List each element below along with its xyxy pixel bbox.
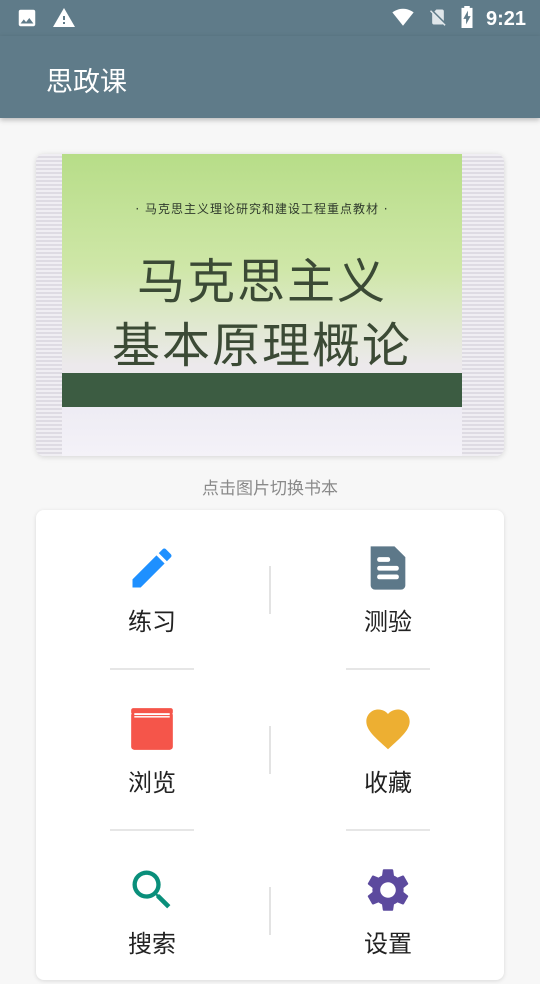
practice-button[interactable]: 练习: [52, 542, 252, 662]
favorites-label: 收藏: [364, 769, 412, 797]
divider: [269, 726, 271, 774]
menu-card: 练习 测验 浏览 收藏 搜索 设置: [36, 510, 504, 980]
quiz-button[interactable]: 测验: [288, 542, 488, 662]
cover-title-line1: 马克思主义: [136, 254, 387, 310]
status-bar: 9:21: [0, 0, 540, 36]
divider: [346, 668, 430, 670]
practice-label: 练习: [128, 608, 176, 636]
search-label: 搜索: [128, 930, 176, 958]
wifi-icon: [390, 6, 416, 32]
book-icon: [126, 703, 178, 755]
search-button[interactable]: 搜索: [52, 864, 252, 984]
settings-button[interactable]: 设置: [288, 864, 488, 984]
favorites-button[interactable]: 收藏: [288, 703, 488, 823]
battery-charging-icon: [460, 6, 474, 32]
page-title: 思政课: [46, 67, 127, 98]
book-cover-image[interactable]: · 马克思主义理论研究和建设工程重点教材 · 马克思主义 基本原理概论: [36, 154, 504, 456]
pencil-icon: [126, 542, 178, 594]
browse-label: 浏览: [128, 769, 176, 797]
document-icon: [362, 542, 414, 594]
switch-book-hint: 点击图片切换书本: [202, 479, 338, 499]
cover-book: · 马克思主义理论研究和建设工程重点教材 · 马克思主义 基本原理概论: [62, 154, 462, 456]
divider: [269, 887, 271, 935]
quiz-label: 测验: [364, 608, 412, 636]
divider: [269, 566, 271, 614]
search-icon: [126, 864, 178, 916]
warning-icon: [52, 6, 76, 34]
browse-button[interactable]: 浏览: [52, 703, 252, 823]
gear-icon: [362, 864, 414, 916]
status-time: 9:21: [485, 7, 526, 30]
cover-series-text: · 马克思主义理论研究和建设工程重点教材 ·: [135, 202, 389, 216]
image-icon: [16, 7, 38, 33]
cover-band: [62, 373, 462, 407]
no-sim-icon: [428, 6, 448, 32]
divider: [110, 668, 194, 670]
settings-label: 设置: [364, 930, 412, 958]
divider: [346, 829, 430, 831]
divider: [110, 829, 194, 831]
app-bar: 思政课: [0, 36, 540, 118]
heart-icon: [362, 703, 414, 755]
cover-title-line2: 基本原理概论: [111, 318, 412, 374]
